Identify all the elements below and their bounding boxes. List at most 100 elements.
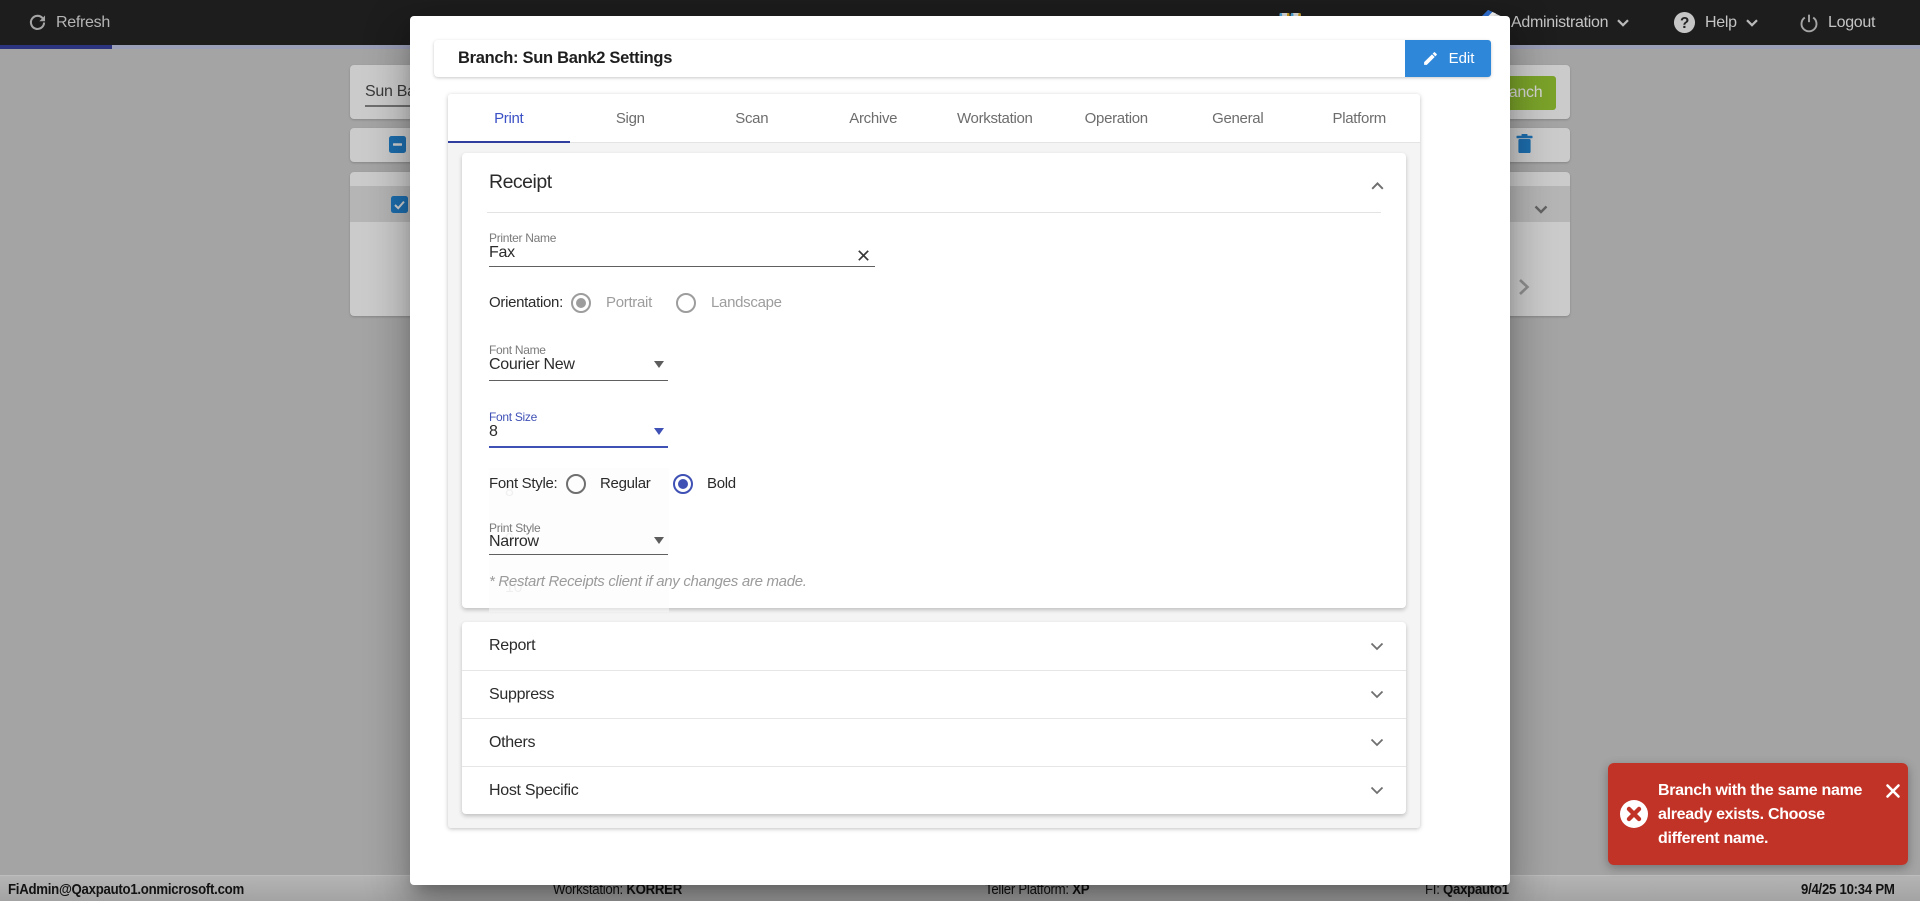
- administration-menu[interactable]: Administration: [1511, 0, 1629, 45]
- restart-note: * Restart Receipts client if any changes…: [489, 573, 807, 590]
- receipt-panel: 8910 Receipt Printer Name Fax Orientatio…: [462, 153, 1406, 608]
- select-all-checkbox[interactable]: [389, 136, 406, 153]
- collapsed-sections: Report Suppress Others Host Specific: [462, 622, 1406, 814]
- refresh-icon: [28, 13, 47, 32]
- toast-message-line: different name.: [1658, 827, 1888, 851]
- help-menu[interactable]: ? Help: [1673, 0, 1758, 45]
- help-icon: ?: [1673, 11, 1696, 34]
- select-underline-focused: [489, 446, 668, 448]
- indeterminate-icon: [390, 137, 405, 152]
- power-icon: [1799, 13, 1819, 33]
- row-checkbox[interactable]: [391, 196, 408, 213]
- logout-button[interactable]: Logout: [1799, 0, 1875, 45]
- radio-bold[interactable]: [673, 474, 693, 494]
- radio-ring: [566, 474, 586, 494]
- active-tab-indicator: [448, 141, 570, 144]
- delete-branch-button[interactable]: [1516, 134, 1533, 158]
- radio-ring: [676, 293, 696, 313]
- clear-x-icon: [858, 250, 869, 261]
- printer-name-input[interactable]: Fax: [489, 244, 515, 262]
- radio-portrait[interactable]: [571, 293, 591, 313]
- section-host-specific[interactable]: Host Specific: [462, 766, 1406, 814]
- settings-tabs: PrintSignScanArchiveWorkstationOperation…: [448, 94, 1420, 143]
- logout-label: Logout: [1828, 14, 1875, 32]
- help-label: Help: [1705, 14, 1737, 32]
- settings-tab-card: PrintSignScanArchiveWorkstationOperation…: [448, 94, 1420, 828]
- chevron-down-icon: [1370, 738, 1384, 747]
- dialog-header: Branch: Sun Bank2 Settings Edit: [434, 40, 1491, 77]
- collapse-chevron-up-icon[interactable]: [1371, 177, 1384, 195]
- chevron-down-icon: [1370, 786, 1384, 795]
- tab-workstation[interactable]: Workstation: [934, 94, 1056, 143]
- tab-scan[interactable]: Scan: [691, 94, 813, 143]
- chevron-down-icon: [1617, 19, 1629, 27]
- radio-landscape-label: Landscape: [711, 294, 782, 311]
- tab-platform[interactable]: Platform: [1299, 94, 1421, 143]
- input-underline: [365, 105, 410, 107]
- tab-operation[interactable]: Operation: [1056, 94, 1178, 143]
- divider: [487, 212, 1381, 213]
- receipt-panel-title: Receipt: [489, 171, 552, 194]
- dropdown-arrow-icon: [654, 537, 664, 544]
- tab-print[interactable]: Print: [448, 94, 570, 143]
- toast-message-line: already exists. Choose: [1658, 803, 1888, 827]
- pencil-icon: [1422, 50, 1439, 67]
- input-underline: [489, 266, 875, 267]
- toast-message-line: Branch with the same name: [1658, 779, 1888, 803]
- section-others[interactable]: Others: [462, 718, 1406, 766]
- radio-portrait-label: Portrait: [606, 294, 652, 311]
- chevron-down-icon: [1370, 642, 1384, 651]
- section-report[interactable]: Report: [462, 622, 1406, 670]
- orientation-label: Orientation:: [489, 294, 563, 311]
- refresh-label: Refresh: [56, 14, 110, 32]
- radio-landscape[interactable]: [676, 293, 696, 313]
- font-size-select[interactable]: 8: [489, 423, 498, 441]
- administration-label: Administration: [1511, 14, 1608, 32]
- printer-name-label: Printer Name: [489, 231, 556, 245]
- radio-regular[interactable]: [566, 474, 586, 494]
- error-icon: [1619, 799, 1649, 834]
- check-icon: [392, 197, 407, 212]
- dialog-title: Branch: Sun Bank2 Settings: [458, 40, 672, 77]
- error-circle-x-icon: [1619, 799, 1649, 829]
- font-size-label: Font Size: [489, 410, 537, 424]
- tab-archive[interactable]: Archive: [813, 94, 935, 143]
- section-title: Others: [489, 734, 535, 752]
- radio-dot: [678, 479, 688, 489]
- trash-icon: [1516, 134, 1533, 153]
- radio-regular-label: Regular: [600, 475, 650, 492]
- error-toast: Branch with the same name already exists…: [1608, 763, 1908, 865]
- datetime-status: 9/4/25 10:34 PM: [1801, 881, 1895, 898]
- logged-in-user: FiAdmin@Qaxpauto1.onmicrosoft.com: [8, 881, 244, 898]
- svg-text:?: ?: [1680, 15, 1689, 32]
- chevron-down-icon: [1534, 205, 1548, 214]
- select-underline: [489, 380, 668, 381]
- dropdown-arrow-icon: [654, 361, 664, 368]
- section-suppress[interactable]: Suppress: [462, 670, 1406, 718]
- toast-message: Branch with the same name already exists…: [1658, 779, 1888, 851]
- chevron-right-icon: [1518, 278, 1530, 296]
- toast-close-button[interactable]: [1885, 783, 1901, 799]
- edit-button[interactable]: Edit: [1405, 40, 1491, 77]
- refresh-button[interactable]: Refresh: [28, 0, 110, 45]
- font-name-select[interactable]: Courier New: [489, 356, 575, 374]
- print-style-select[interactable]: Narrow: [489, 533, 539, 551]
- branch-settings-dialog: Branch: Sun Bank2 Settings Edit PrintSig…: [410, 16, 1510, 885]
- radio-bold-label: Bold: [707, 475, 736, 492]
- font-style-label: Font Style:: [489, 475, 557, 492]
- edit-label: Edit: [1449, 50, 1475, 67]
- clear-printer-button[interactable]: [858, 248, 869, 259]
- dropdown-arrow-icon: [654, 428, 664, 435]
- chevron-down-icon: [1370, 690, 1384, 699]
- chevron-down-icon: [1746, 19, 1758, 27]
- paginator-next-button[interactable]: [1518, 278, 1530, 301]
- row-expand-chevron[interactable]: [1534, 201, 1548, 219]
- section-title: Report: [489, 637, 535, 655]
- tab-sign[interactable]: Sign: [570, 94, 692, 143]
- tab-general[interactable]: General: [1177, 94, 1299, 143]
- active-nav-indicator: [0, 45, 112, 49]
- section-title: Host Specific: [489, 782, 578, 800]
- radio-dot: [576, 298, 586, 308]
- chevron-up-icon: [1371, 182, 1384, 190]
- close-x-icon: [1885, 783, 1901, 799]
